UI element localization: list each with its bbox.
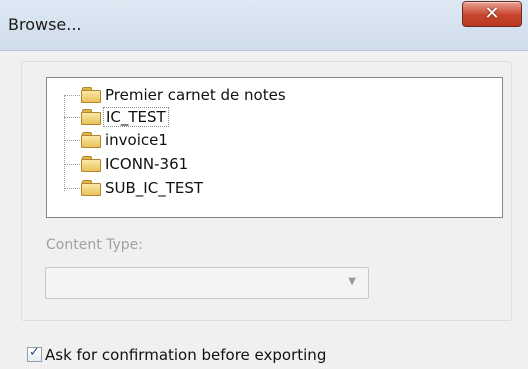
content-type-select[interactable]: ▼ [45, 267, 369, 299]
tree-item-premier-carnet-de-notes[interactable]: Premier carnet de notes [64, 84, 494, 106]
folder-icon [81, 132, 101, 148]
tree-item-ic-test[interactable]: IC_TEST [64, 106, 494, 128]
tree-item-label: ICONN-361 [105, 155, 189, 173]
folder-icon [81, 156, 101, 172]
tree-item-label: IC_TEST [103, 107, 169, 127]
content-type-label: Content Type: [46, 237, 144, 253]
confirm-export-checkbox[interactable]: ✓ [27, 345, 42, 362]
tree-item-label: SUB_IC_TEST [105, 179, 204, 197]
folder-icon [81, 180, 101, 196]
folder-icon [81, 109, 101, 125]
tree-item-invoice1[interactable]: invoice1 [64, 129, 494, 151]
tree-item-iconn-361[interactable]: ICONN-361 [64, 153, 494, 175]
checkmark-icon: ✓ [29, 345, 40, 360]
tree-item-label: Premier carnet de notes [105, 86, 286, 104]
window-title: Browse... [8, 15, 82, 34]
folder-icon [81, 87, 101, 103]
close-button[interactable]: ✕ [462, 1, 522, 27]
tree-item-label: invoice1 [105, 131, 168, 149]
confirm-export-label[interactable]: Ask for confirmation before exporting [45, 346, 326, 364]
title-bar: Browse... ✕ [0, 0, 528, 51]
tree-item-sub-ic-test[interactable]: SUB_IC_TEST [64, 177, 494, 199]
close-icon: ✕ [484, 3, 500, 24]
chevron-down-icon: ▼ [348, 276, 356, 287]
